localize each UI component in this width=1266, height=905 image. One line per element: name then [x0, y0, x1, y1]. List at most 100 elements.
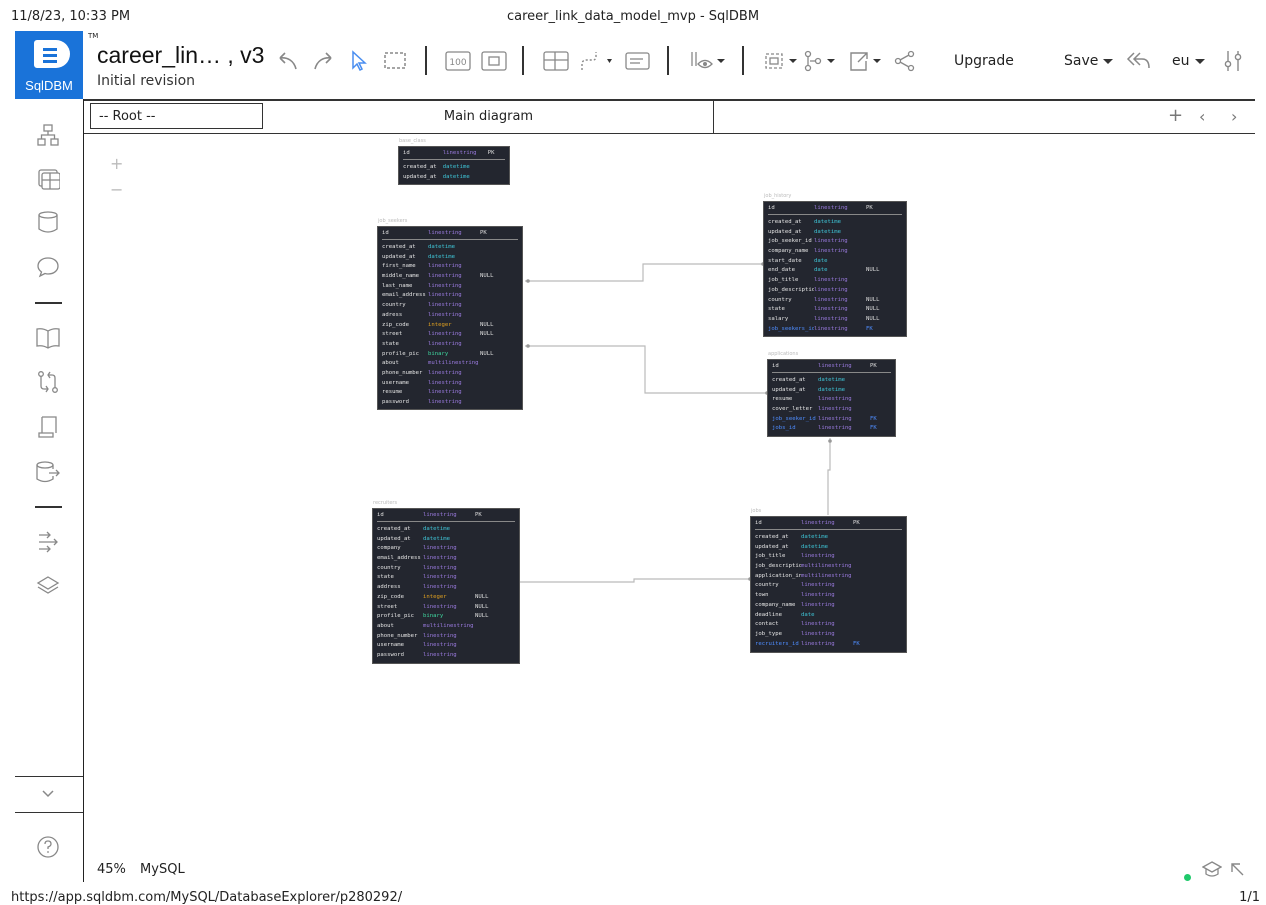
column-row[interactable]: street linestring NULL — [382, 330, 518, 340]
column-key — [866, 286, 886, 296]
column-name: id — [377, 512, 384, 518]
column-type: datetime — [814, 228, 841, 235]
column-row[interactable]: state linestring — [382, 340, 518, 350]
column-type: linestring — [801, 592, 835, 599]
column-key — [475, 632, 495, 642]
column-row[interactable]: middle_name linestring NULL — [382, 272, 518, 282]
column-row[interactable]: phone_number linestring — [377, 632, 515, 642]
column-row[interactable]: id linestring PK — [382, 229, 518, 240]
column-type: date — [801, 611, 815, 618]
column-row[interactable]: password linestring — [377, 651, 515, 661]
column-row[interactable]: zip_code integer NULL — [382, 321, 518, 331]
column-type: linestring — [818, 363, 852, 369]
table-base-class[interactable]: base_class id linestring PK created_at datet… — [398, 138, 510, 185]
column-row[interactable]: created_at datetime — [382, 243, 518, 253]
column-row[interactable]: last_name linestring — [382, 282, 518, 292]
column-row[interactable]: job_description multilinestring — [755, 562, 902, 572]
column-row[interactable]: job_seeker_id linestring FK — [772, 415, 891, 425]
column-row[interactable]: country linestring — [755, 581, 902, 591]
table-job-seekers[interactable]: job_seekers id linestring PK created_at date… — [377, 218, 523, 410]
column-row[interactable]: created_at datetime — [755, 533, 902, 543]
table-name: recruiters — [373, 500, 398, 506]
column-row[interactable]: company_name linestring — [755, 601, 902, 611]
learn-button[interactable] — [1201, 860, 1223, 882]
column-row[interactable]: id linestring PK — [768, 204, 902, 215]
column-row[interactable]: job_title linestring — [768, 276, 902, 286]
zoom-level[interactable]: 45% — [97, 862, 126, 877]
column-row[interactable]: created_at datetime — [772, 376, 891, 386]
column-row[interactable]: username linestring — [382, 379, 518, 389]
column-row[interactable]: company_name linestring — [768, 247, 902, 257]
column-row[interactable]: phone_number linestring — [382, 369, 518, 379]
column-row[interactable]: country linestring — [377, 564, 515, 574]
column-row[interactable]: jobs_id linestring FK — [772, 424, 891, 434]
column-row[interactable]: id linestring PK — [377, 511, 515, 522]
column-row[interactable]: about multilinestring — [382, 359, 518, 369]
column-key — [480, 359, 500, 369]
column-type: linestring — [814, 248, 848, 255]
column-row[interactable]: start_date date — [768, 257, 902, 267]
column-row[interactable]: cover_letter linestring — [772, 405, 891, 415]
column-key — [866, 237, 886, 247]
column-row[interactable]: email_address linestring — [382, 291, 518, 301]
column-row[interactable]: id linestring PK — [772, 362, 891, 373]
table-jobs[interactable]: jobs id linestring PK created_at datetime upd… — [750, 508, 907, 653]
column-type: linestring — [814, 306, 848, 313]
column-name: salary — [768, 315, 789, 322]
column-row[interactable]: application_instrmultilinestring — [755, 572, 902, 582]
column-name: username — [382, 379, 409, 386]
column-row[interactable]: salary linestring NULL — [768, 315, 902, 325]
column-name: job_description — [768, 286, 814, 293]
column-row[interactable]: resume linestring — [382, 388, 518, 398]
column-row[interactable]: deadline date — [755, 611, 902, 621]
column-row[interactable]: adress linestring — [382, 311, 518, 321]
column-row[interactable]: id linestring PK — [403, 149, 505, 160]
column-row[interactable]: about multilinestring — [377, 622, 515, 632]
column-row[interactable]: street linestring NULL — [377, 603, 515, 613]
column-row[interactable]: state linestring — [377, 573, 515, 583]
column-row[interactable]: state linestring NULL — [768, 305, 902, 315]
column-name: updated_at — [403, 173, 437, 180]
column-row[interactable]: job_seekers_id linestring FK — [768, 325, 902, 335]
column-row[interactable]: address linestring — [377, 583, 515, 593]
column-row[interactable]: password linestring — [382, 398, 518, 408]
column-key — [480, 282, 500, 292]
column-row[interactable]: updated_at datetime — [382, 253, 518, 263]
column-row[interactable]: id linestring PK — [755, 519, 902, 530]
column-row[interactable]: created_at datetime — [768, 218, 902, 228]
column-row[interactable]: updated_at datetime — [768, 228, 902, 238]
column-row[interactable]: updated_at datetime — [403, 173, 505, 183]
column-row[interactable]: job_description linestring — [768, 286, 902, 296]
column-row[interactable]: updated_at datetime — [755, 543, 902, 553]
column-row[interactable]: username linestring — [377, 641, 515, 651]
table-job-history[interactable]: job_history id linestring PK created_at date… — [763, 193, 907, 337]
column-row[interactable]: job_type linestring — [755, 630, 902, 640]
column-row[interactable]: resume linestring — [772, 395, 891, 405]
column-key — [475, 641, 495, 651]
column-key: PK — [487, 150, 495, 156]
collapse-panel-button[interactable] — [1229, 861, 1245, 881]
column-row[interactable]: created_at datetime — [403, 163, 505, 173]
column-type: datetime — [818, 386, 845, 393]
column-row[interactable]: email_address linestring — [377, 554, 515, 564]
table-applications[interactable]: applications id linestring PK created_at dat… — [767, 351, 896, 437]
column-key: NULL — [866, 267, 880, 274]
column-row[interactable]: profile_pic binary NULL — [382, 350, 518, 360]
table-recruiters[interactable]: recruiters id linestring PK created_at datet… — [372, 500, 520, 664]
column-row[interactable]: end_date date NULL — [768, 266, 902, 276]
column-row[interactable]: first_name linestring — [382, 262, 518, 272]
column-row[interactable]: recruiters_id linestring FK — [755, 640, 902, 650]
column-row[interactable]: job_seeker_id linestring — [768, 237, 902, 247]
column-row[interactable]: town linestring — [755, 591, 902, 601]
column-row[interactable]: updated_at datetime — [377, 535, 515, 545]
column-row[interactable]: company linestring — [377, 544, 515, 554]
column-row[interactable]: country linestring NULL — [768, 296, 902, 306]
column-row[interactable]: profile_pic binary NULL — [377, 612, 515, 622]
column-row[interactable]: updated_at datetime — [772, 386, 891, 396]
column-key — [475, 554, 495, 564]
column-row[interactable]: zip_code integer NULL — [377, 593, 515, 603]
column-row[interactable]: country linestring — [382, 301, 518, 311]
column-row[interactable]: job_title linestring — [755, 552, 902, 562]
column-row[interactable]: contact linestring — [755, 620, 902, 630]
column-row[interactable]: created_at datetime — [377, 525, 515, 535]
